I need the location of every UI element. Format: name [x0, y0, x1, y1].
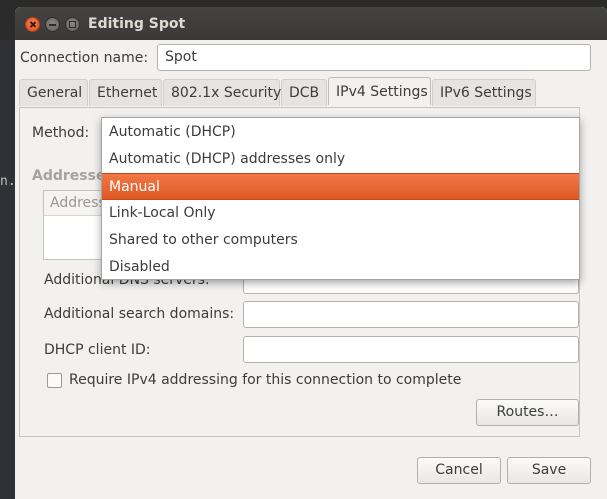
tab-general[interactable]: General [19, 79, 88, 106]
maximize-window-icon[interactable] [65, 17, 80, 32]
tab-ipv6-settings[interactable]: IPv6 Settings [432, 79, 536, 106]
close-window-icon[interactable] [25, 17, 40, 32]
editing-connection-dialog: Editing Spot Connection name: Spot Gener… [15, 7, 607, 499]
address-column-label: Address [50, 195, 106, 211]
tab-8021x-security[interactable]: 802.1x Security [163, 79, 282, 106]
routes-button[interactable]: Routes… [476, 399, 579, 426]
dhcp-client-id-input[interactable] [243, 336, 579, 363]
method-label: Method: [32, 125, 90, 141]
tab-ipv4-settings[interactable]: IPv4 Settings [328, 77, 431, 105]
tab-label: General [27, 85, 83, 101]
minimize-window-icon[interactable] [45, 17, 60, 32]
save-button[interactable]: Save [507, 457, 591, 484]
tab-label: 802.1x Security [171, 85, 282, 101]
method-option-automatic-dhcp[interactable]: Automatic (DHCP) [102, 119, 579, 146]
titlebar: Editing Spot [15, 7, 607, 40]
connection-name-value: Spot [165, 49, 197, 65]
method-option-disabled[interactable]: Disabled [102, 254, 579, 281]
tab-label: Ethernet [97, 85, 158, 101]
method-option-link-local-only[interactable]: Link-Local Only [102, 200, 579, 227]
background-terminal: n. [0, 40, 16, 499]
dhcp-client-id-label: DHCP client ID: [44, 342, 151, 358]
require-ipv4-label: Require IPv4 addressing for this connect… [69, 372, 462, 388]
method-option-manual[interactable]: Manual [102, 173, 579, 200]
search-domains-label: Additional search domains: [44, 306, 235, 322]
search-domains-input[interactable] [243, 301, 579, 328]
window-title: Editing Spot [88, 16, 186, 32]
require-ipv4-checkbox[interactable] [47, 373, 62, 388]
terminal-text: n. [0, 174, 16, 189]
tab-label: IPv6 Settings [440, 85, 532, 101]
tab-ethernet[interactable]: Ethernet [89, 79, 162, 106]
connection-name-label: Connection name: [20, 50, 149, 66]
method-dropdown-menu[interactable]: Automatic (DHCP) Automatic (DHCP) addres… [101, 117, 580, 280]
tab-label: DCB [289, 85, 320, 101]
method-option-automatic-dhcp-addresses-only[interactable]: Automatic (DHCP) addresses only [102, 146, 579, 173]
connection-name-input[interactable]: Spot [157, 44, 591, 71]
cancel-button[interactable]: Cancel [417, 457, 501, 484]
method-option-shared-to-other-computers[interactable]: Shared to other computers [102, 227, 579, 254]
tab-label: IPv4 Settings [336, 84, 428, 100]
tab-dcb[interactable]: DCB [281, 79, 327, 106]
